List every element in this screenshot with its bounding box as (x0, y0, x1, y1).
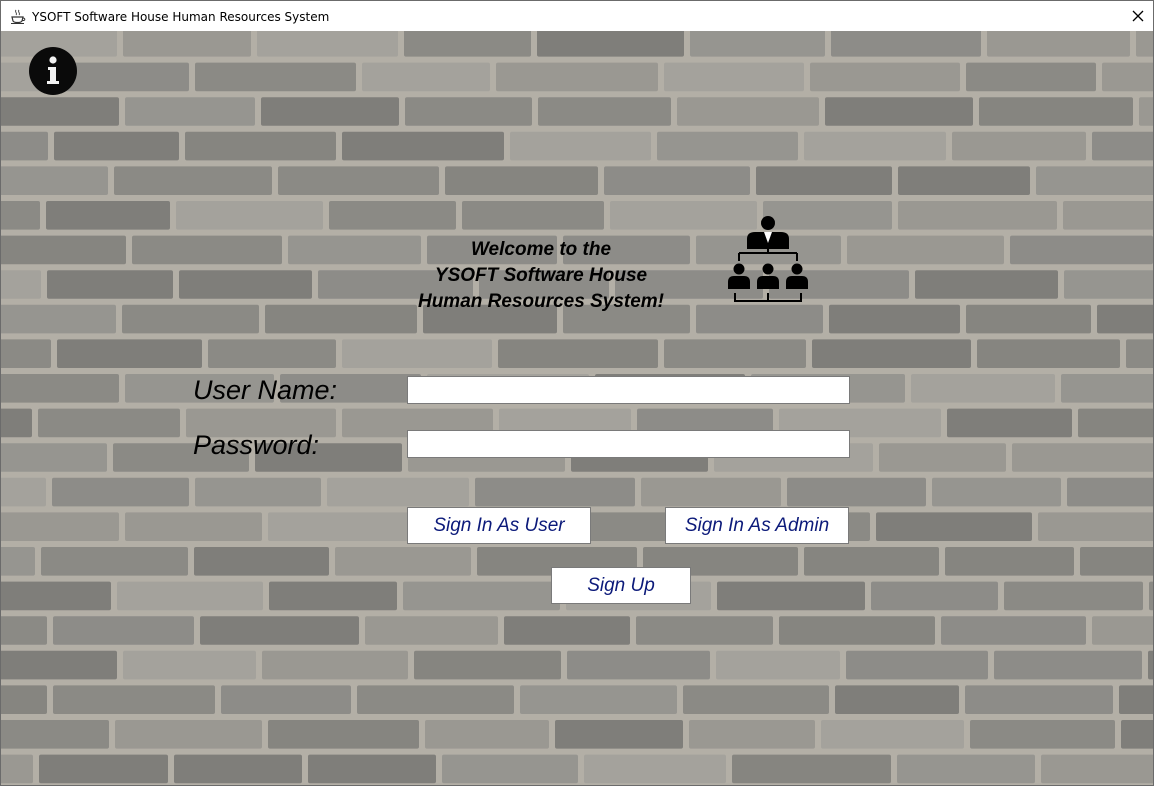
info-button[interactable] (29, 47, 77, 95)
title-bar: YSOFT Software House Human Resources Sys… (1, 1, 1153, 31)
welcome-line-1: Welcome to the (470, 239, 612, 260)
welcome-message: Welcome to the YSOFT Software House Huma… (401, 237, 681, 315)
username-label: User Name: (193, 375, 338, 405)
welcome-line-3: Human Resources System! (417, 291, 665, 312)
info-icon (47, 56, 59, 84)
app-window: YSOFT Software House Human Resources Sys… (0, 0, 1154, 786)
org-chart-icon (728, 216, 808, 302)
main-content: Welcome to the YSOFT Software House Huma… (1, 31, 1153, 785)
sign-in-user-button[interactable]: Sign In As User (407, 507, 591, 544)
brick-wall-background (1, 31, 1153, 785)
window-title: YSOFT Software House Human Resources Sys… (32, 10, 330, 24)
sign-up-button[interactable]: Sign Up (551, 567, 691, 604)
java-cup-icon (11, 9, 26, 24)
password-label: Password: (193, 430, 320, 460)
sign-in-admin-button[interactable]: Sign In As Admin (665, 507, 849, 544)
welcome-line-2: YSOFT Software House (434, 265, 648, 286)
close-button[interactable] (1123, 1, 1153, 31)
password-field[interactable] (407, 430, 850, 458)
close-icon (1132, 10, 1144, 22)
username-field[interactable] (407, 376, 850, 404)
